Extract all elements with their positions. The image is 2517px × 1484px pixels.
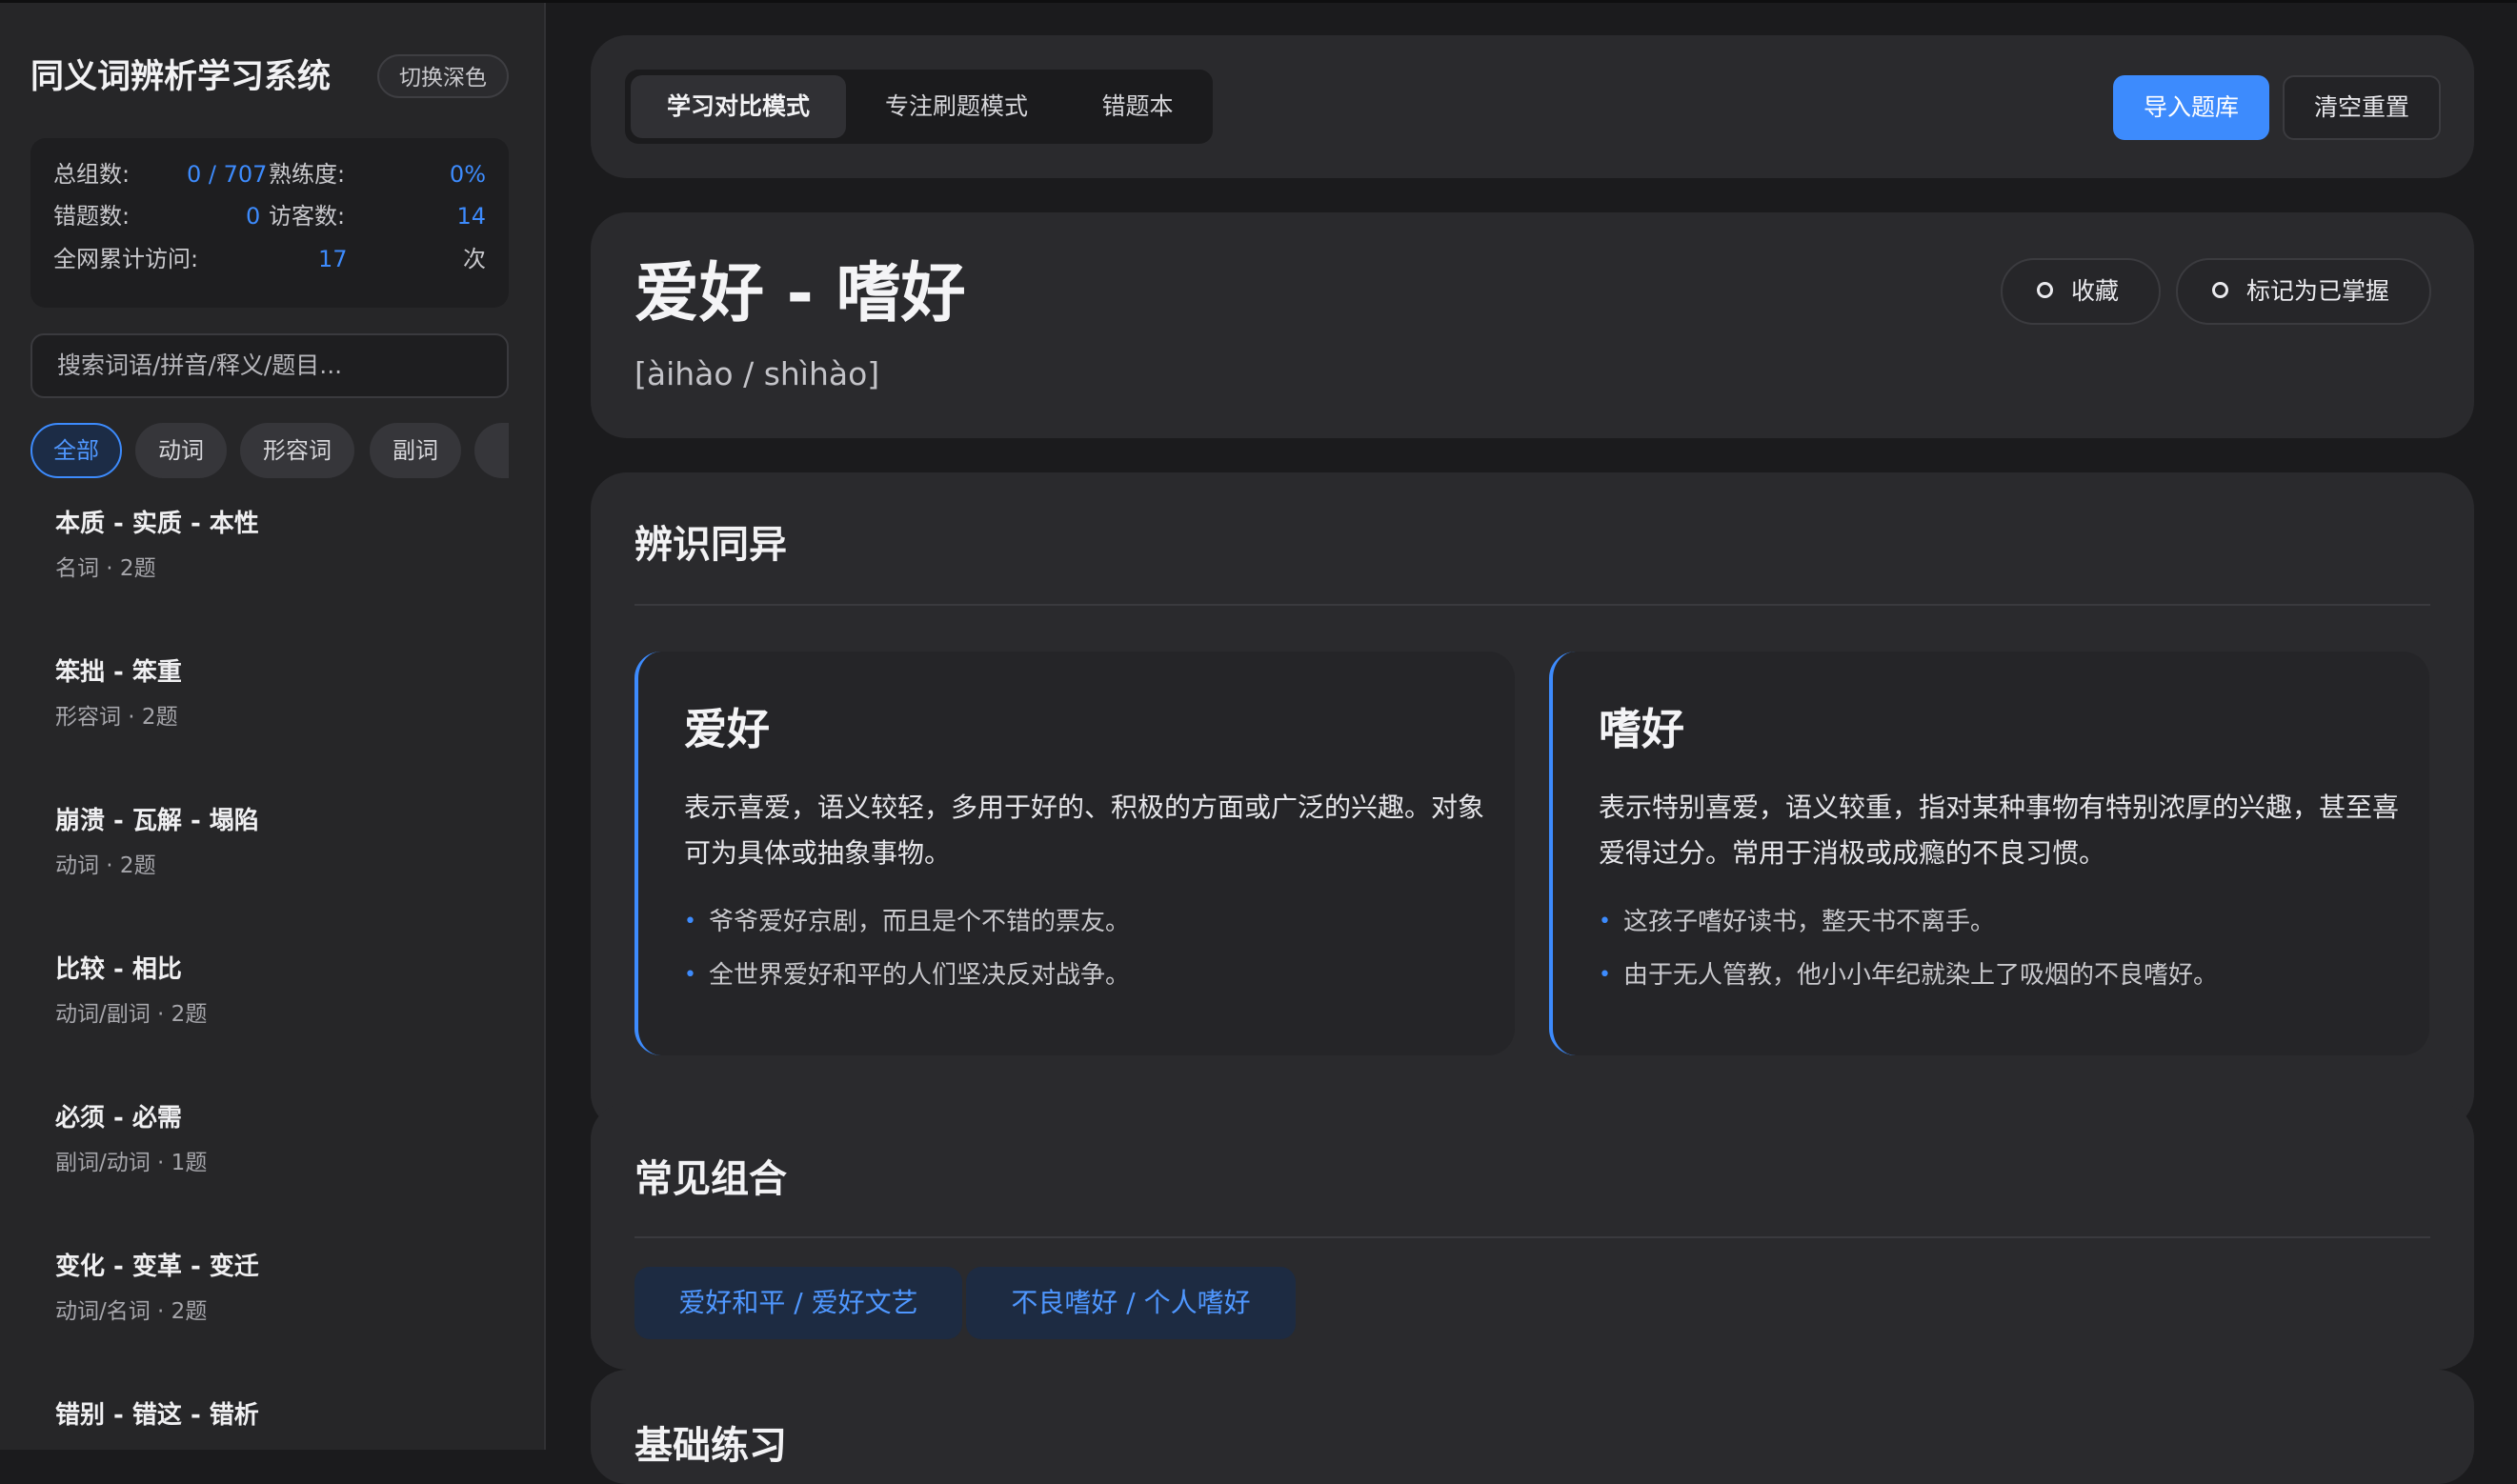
sidebar: 同义词辨析学习系统 切换深色 总组数: 0 / 707 熟练度: 0% 错题数:… xyxy=(0,3,546,1450)
favorite-label: 收藏 xyxy=(2071,277,2120,305)
word-card-description: 表示喜爱，语义较轻，多用于好的、积极的方面或广泛的兴趣。对象可为具体或抽象事物。 xyxy=(684,792,1485,869)
word-card-aihao: 爱好 表示喜爱，语义较轻，多用于好的、积极的方面或广泛的兴趣。对象可为具体或抽象… xyxy=(634,652,1515,1055)
word-pair-pinyin: [àihào / shìhào] xyxy=(634,355,880,392)
word-card-title: 爱好 xyxy=(684,704,771,754)
filter-chips: 全部 动词 形容词 副词 名 xyxy=(30,423,509,480)
total-groups-label: 总组数: xyxy=(53,161,131,188)
list-item-title: 崩溃 - 瓦解 - 塌陷 xyxy=(55,807,259,835)
reset-button[interactable]: 清空重置 xyxy=(2283,75,2441,140)
word-pair-title: 爱好 - 嗜好 xyxy=(634,256,966,331)
site-visits-value: 17 xyxy=(318,246,348,272)
filter-chip-adjective[interactable]: 形容词 xyxy=(240,423,354,478)
visitor-label: 访客数: xyxy=(269,203,346,230)
word-card-title: 嗜好 xyxy=(1599,704,1685,754)
bullet-icon: • xyxy=(1599,963,1611,987)
mark-mastered-label: 标记为已掌握 xyxy=(2246,277,2390,305)
filter-chip-adverb[interactable]: 副词 xyxy=(370,423,461,478)
mastery-label: 熟练度: xyxy=(269,161,346,188)
list-item-meta: 动词 · 2题 xyxy=(55,853,156,878)
list-item[interactable]: 比较 - 相比 动词/副词 · 2题 xyxy=(55,951,513,1033)
list-item[interactable]: 必须 - 必需 副词/动词 · 1题 xyxy=(55,1099,513,1182)
section-divider xyxy=(634,1236,2430,1238)
list-item[interactable]: 本质 - 实质 - 本性 名词 · 2题 xyxy=(55,505,513,588)
example-sentence: • 爷爷爱好京剧，而且是个不错的票友。 xyxy=(684,903,1130,941)
list-item[interactable]: 变化 - 变革 - 变迁 动词/名词 · 2题 xyxy=(55,1248,513,1331)
list-item[interactable]: 崩溃 - 瓦解 - 塌陷 动词 · 2题 xyxy=(55,802,513,885)
list-item-title: 笨拙 - 笨重 xyxy=(55,658,182,687)
practice-section-title: 基础练习 xyxy=(634,1424,787,1468)
word-card-shihao: 嗜好 表示特别喜爱，语义较重，指对某种事物有特别浓厚的兴趣，甚至喜爱得过分。常用… xyxy=(1549,652,2429,1055)
example-sentence: • 全世界爱好和平的人们坚决反对战争。 xyxy=(684,956,1130,994)
section-divider xyxy=(634,604,2430,606)
bullet-icon: • xyxy=(1599,910,1611,933)
word-group-list: 本质 - 实质 - 本性 名词 · 2题 笨拙 - 笨重 形容词 · 2题 崩溃… xyxy=(0,489,544,1450)
tab-study-compare[interactable]: 学习对比模式 xyxy=(631,75,846,138)
circle-icon xyxy=(2037,282,2053,298)
list-item-meta: 副词/动词 · 1题 xyxy=(55,1151,208,1175)
theme-toggle-button[interactable]: 切换深色 xyxy=(377,54,509,98)
toolbar: 学习对比模式 专注刷题模式 错题本 导入题库 清空重置 xyxy=(591,35,2474,178)
list-item[interactable]: 错别 - 错这 - 错析 xyxy=(55,1396,513,1434)
list-item-title: 本质 - 实质 - 本性 xyxy=(55,510,259,538)
filter-chip-verb[interactable]: 动词 xyxy=(135,423,227,478)
mode-tabs: 学习对比模式 专注刷题模式 错题本 xyxy=(625,70,1213,144)
site-visits-label: 全网累计访问: xyxy=(53,246,199,272)
list-item-title: 比较 - 相比 xyxy=(55,955,182,984)
collocation-tag: 爱好和平 / 爱好文艺 xyxy=(634,1267,962,1339)
collocation-tag: 不良嗜好 / 个人嗜好 xyxy=(966,1267,1296,1339)
practice-section: 基础练习 xyxy=(591,1370,2474,1484)
tab-wrong-book[interactable]: 错题本 xyxy=(1067,75,1208,138)
favorite-button[interactable]: 收藏 xyxy=(2001,258,2161,325)
collocation-section: 常见组合 爱好和平 / 爱好文艺 不良嗜好 / 个人嗜好 xyxy=(591,1103,2474,1370)
tab-focus-practice[interactable]: 专注刷题模式 xyxy=(850,75,1063,138)
list-item-meta: 动词/名词 · 2题 xyxy=(55,1299,208,1324)
mastery-value: 0% xyxy=(449,161,486,188)
total-groups-value: 0 / 707 xyxy=(187,161,268,188)
site-visits-unit: 次 xyxy=(463,246,486,272)
list-item-meta: 形容词 · 2题 xyxy=(55,705,178,730)
list-item-title: 错别 - 错这 - 错析 xyxy=(55,1401,259,1430)
import-bank-button[interactable]: 导入题库 xyxy=(2113,75,2269,140)
search-input[interactable]: 搜索词语/拼音/释义/题目... xyxy=(30,333,509,398)
compare-section-title: 辨识同异 xyxy=(634,523,787,567)
wrong-count-value: 0 xyxy=(246,203,261,230)
wrong-count-label: 错题数: xyxy=(53,203,131,230)
word-card-description: 表示特别喜爱，语义较重，指对某种事物有特别浓厚的兴趣，甚至喜爱得过分。常用于消极… xyxy=(1599,792,2400,869)
stats-panel: 总组数: 0 / 707 熟练度: 0% 错题数: 0 访客数: 14 全网累计… xyxy=(30,138,509,308)
sidebar-header: 同义词辨析学习系统 切换深色 xyxy=(30,50,509,108)
visitor-value: 14 xyxy=(456,203,486,230)
list-item[interactable]: 笨拙 - 笨重 形容词 · 2题 xyxy=(55,653,513,736)
filter-chip-noun[interactable]: 名 xyxy=(474,423,509,478)
list-item-title: 必须 - 必需 xyxy=(55,1104,182,1133)
list-item-meta: 名词 · 2题 xyxy=(55,556,156,581)
compare-section: 辨识同异 爱好 表示喜爱，语义较轻，多用于好的、积极的方面或广泛的兴趣。对象可为… xyxy=(591,472,2474,1130)
list-item-title: 变化 - 变革 - 变迁 xyxy=(55,1253,259,1281)
collocation-section-title: 常见组合 xyxy=(634,1157,787,1201)
mark-mastered-button[interactable]: 标记为已掌握 xyxy=(2176,258,2431,325)
filter-chip-all[interactable]: 全部 xyxy=(30,423,122,478)
circle-icon xyxy=(2212,282,2228,298)
bullet-icon: • xyxy=(684,963,696,987)
word-header-card: 爱好 - 嗜好 [àihào / shìhào] 收藏 标记为已掌握 xyxy=(591,212,2474,438)
app-title: 同义词辨析学习系统 xyxy=(30,58,332,96)
example-sentence: • 这孩子嗜好读书，整天书不离手。 xyxy=(1599,903,1995,941)
example-sentence: • 由于无人管教，他小小年纪就染上了吸烟的不良嗜好。 xyxy=(1599,956,2218,994)
list-item-meta: 动词/副词 · 2题 xyxy=(55,1002,208,1027)
bullet-icon: • xyxy=(684,910,696,933)
